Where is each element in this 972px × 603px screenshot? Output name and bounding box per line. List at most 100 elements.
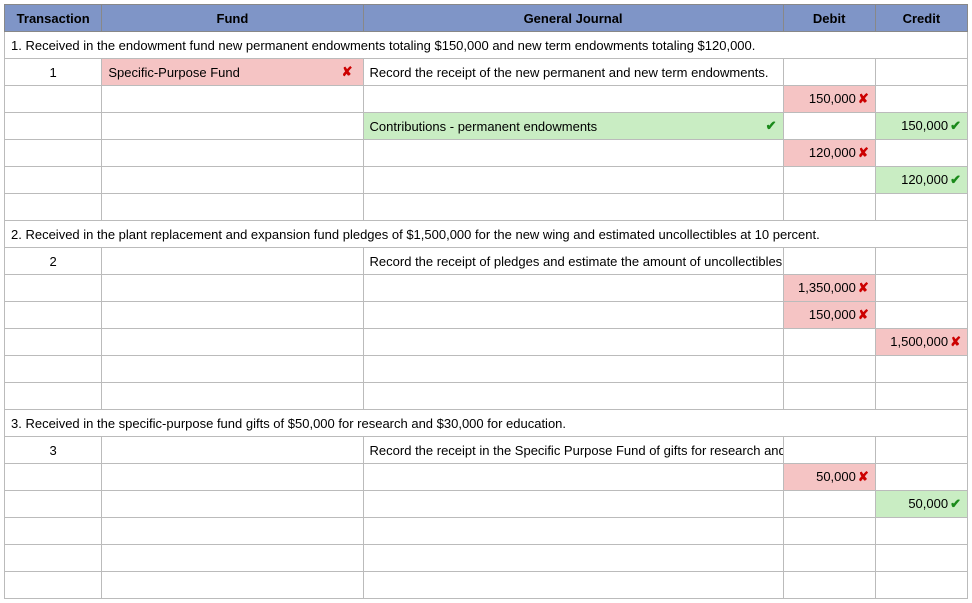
empty-cell[interactable]	[875, 437, 967, 464]
empty-cell[interactable]	[5, 167, 102, 194]
empty-cell[interactable]	[5, 194, 102, 221]
t2-debit2[interactable]: 150,000✘	[783, 302, 875, 329]
empty-cell[interactable]	[5, 464, 102, 491]
t1-gj-contrib-text: Contributions - permanent endowments	[370, 119, 598, 134]
t1-fund-text: Specific-Purpose Fund	[108, 65, 240, 80]
empty-cell[interactable]	[102, 572, 363, 599]
empty-cell[interactable]	[5, 545, 102, 572]
empty-cell[interactable]	[875, 383, 967, 410]
empty-cell[interactable]	[5, 383, 102, 410]
correct-icon: ✔	[950, 172, 961, 187]
empty-cell[interactable]	[363, 194, 783, 221]
empty-cell[interactable]	[102, 140, 363, 167]
empty-cell[interactable]	[5, 518, 102, 545]
empty-cell[interactable]	[783, 356, 875, 383]
t3-debit1[interactable]: 50,000✘	[783, 464, 875, 491]
empty-cell[interactable]	[102, 518, 363, 545]
empty-cell[interactable]	[102, 167, 363, 194]
t1-fund-cell[interactable]: Specific-Purpose Fund ✘	[102, 59, 363, 86]
empty-cell[interactable]	[5, 329, 102, 356]
t1-gj-contrib[interactable]: Contributions - permanent endowments ✔	[363, 113, 783, 140]
empty-cell[interactable]	[783, 167, 875, 194]
empty-cell[interactable]	[102, 86, 363, 113]
empty-cell[interactable]	[363, 464, 783, 491]
empty-cell[interactable]	[875, 302, 967, 329]
empty-cell[interactable]	[783, 545, 875, 572]
empty-cell[interactable]	[363, 86, 783, 113]
empty-cell[interactable]	[102, 383, 363, 410]
empty-cell[interactable]	[102, 356, 363, 383]
empty-cell[interactable]	[5, 140, 102, 167]
t1-debit1[interactable]: 150,000✘	[783, 86, 875, 113]
t1-credit1[interactable]: 150,000✔	[875, 113, 967, 140]
incorrect-icon: ✘	[858, 280, 869, 295]
header-debit: Debit	[783, 5, 875, 32]
empty-cell[interactable]	[102, 329, 363, 356]
empty-cell[interactable]	[102, 275, 363, 302]
empty-cell[interactable]	[875, 518, 967, 545]
empty-cell[interactable]	[875, 275, 967, 302]
empty-cell[interactable]	[783, 383, 875, 410]
empty-cell[interactable]	[363, 383, 783, 410]
empty-cell[interactable]	[102, 545, 363, 572]
t1-credit2[interactable]: 120,000✔	[875, 167, 967, 194]
t2-description-row: 2. Received in the plant replacement and…	[5, 221, 968, 248]
t1-credit1-value: 150,000	[901, 118, 948, 133]
empty-cell[interactable]	[102, 248, 363, 275]
empty-cell[interactable]	[875, 572, 967, 599]
empty-cell[interactable]	[875, 248, 967, 275]
empty-cell[interactable]	[5, 356, 102, 383]
t2-description: 2. Received in the plant replacement and…	[5, 221, 968, 248]
t1-debit2[interactable]: 120,000✘	[783, 140, 875, 167]
empty-cell[interactable]	[363, 302, 783, 329]
empty-cell[interactable]	[783, 491, 875, 518]
t3-number: 3	[5, 437, 102, 464]
empty-cell[interactable]	[363, 545, 783, 572]
empty-cell[interactable]	[783, 248, 875, 275]
empty-cell[interactable]	[875, 59, 967, 86]
header-fund: Fund	[102, 5, 363, 32]
empty-cell[interactable]	[5, 302, 102, 329]
correct-icon: ✔	[950, 118, 961, 133]
empty-cell[interactable]	[783, 572, 875, 599]
empty-cell[interactable]	[102, 113, 363, 140]
t2-line4: 1,500,000✘	[5, 329, 968, 356]
empty-cell[interactable]	[363, 167, 783, 194]
empty-cell[interactable]	[363, 572, 783, 599]
empty-cell[interactable]	[5, 572, 102, 599]
empty-cell[interactable]	[783, 113, 875, 140]
empty-cell[interactable]	[783, 518, 875, 545]
empty-cell[interactable]	[5, 275, 102, 302]
empty-cell[interactable]	[5, 491, 102, 518]
empty-cell[interactable]	[102, 464, 363, 491]
empty-cell[interactable]	[783, 194, 875, 221]
empty-cell[interactable]	[875, 140, 967, 167]
empty-cell[interactable]	[875, 356, 967, 383]
empty-cell[interactable]	[102, 194, 363, 221]
empty-cell[interactable]	[875, 86, 967, 113]
t2-line2: 1,350,000✘	[5, 275, 968, 302]
empty-cell[interactable]	[5, 86, 102, 113]
empty-cell[interactable]	[363, 329, 783, 356]
empty-cell[interactable]	[783, 329, 875, 356]
empty-cell[interactable]	[363, 356, 783, 383]
empty-cell[interactable]	[783, 59, 875, 86]
t3-description-row: 3. Received in the specific-purpose fund…	[5, 410, 968, 437]
t1-line2: 150,000✘	[5, 86, 968, 113]
empty-cell[interactable]	[363, 275, 783, 302]
empty-cell[interactable]	[783, 437, 875, 464]
empty-cell[interactable]	[875, 464, 967, 491]
empty-cell[interactable]	[5, 113, 102, 140]
empty-cell[interactable]	[363, 518, 783, 545]
empty-cell[interactable]	[363, 140, 783, 167]
empty-cell[interactable]	[875, 194, 967, 221]
empty-cell[interactable]	[875, 545, 967, 572]
empty-cell[interactable]	[102, 491, 363, 518]
header-transaction: Transaction	[5, 5, 102, 32]
empty-cell[interactable]	[102, 437, 363, 464]
t3-credit1[interactable]: 50,000✔	[875, 491, 967, 518]
t2-debit1[interactable]: 1,350,000✘	[783, 275, 875, 302]
t2-credit1[interactable]: 1,500,000✘	[875, 329, 967, 356]
empty-cell[interactable]	[363, 491, 783, 518]
empty-cell[interactable]	[102, 302, 363, 329]
